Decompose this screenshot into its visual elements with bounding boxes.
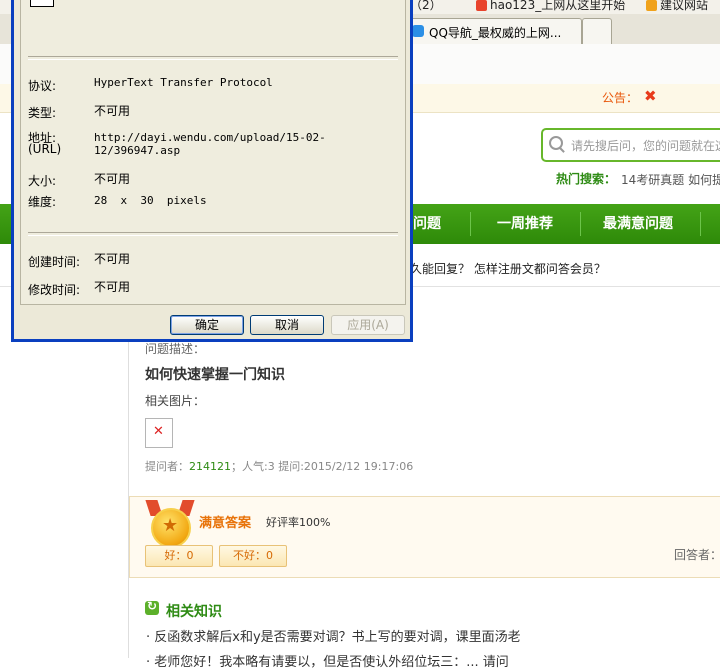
nav-item-questions[interactable]: 问题: [413, 204, 441, 244]
faq-links[interactable]: 久能回复？ 怎样注册文都问答会员？: [410, 260, 606, 277]
best-answer-label: 满意答案: [199, 516, 252, 531]
dialog-separator: [28, 232, 398, 236]
asker-link[interactable]: 214121: [189, 460, 231, 473]
related-knowledge-title: 相关知识: [166, 604, 222, 620]
answerer-label: 回答者：: [674, 548, 720, 562]
cancel-button[interactable]: 取消: [250, 315, 324, 335]
modified-value: 不可用: [94, 280, 131, 294]
suggested-sites-icon: [646, 0, 657, 11]
notice-label: 公告：: [602, 91, 639, 105]
hot-search-words[interactable]: 14考研真题 如何提: [621, 171, 720, 188]
created-label: 创建时间:: [28, 255, 81, 269]
qq-icon: [412, 25, 424, 37]
nav-divider: [580, 212, 581, 236]
size-label: 大小:: [28, 174, 57, 188]
favorite-link-1[interactable]: （2）: [410, 0, 442, 13]
question-title: 如何快速掌握一门知识: [145, 367, 285, 383]
apply-button[interactable]: 应用(A): [331, 315, 405, 335]
hot-search-label: 热门搜索：: [556, 172, 617, 186]
question-desc-label: 问题描述：: [145, 342, 206, 356]
favorite-link-suggested[interactable]: 建议网站: [646, 0, 708, 13]
dialog-separator: [28, 56, 398, 60]
vote-bad-button[interactable]: 不好：0: [219, 545, 287, 567]
dimensions-label: 维度:: [28, 195, 57, 209]
protocol-label: 协议:: [28, 79, 57, 93]
address-url-label: (URL): [28, 142, 62, 156]
type-value: 不可用: [94, 104, 131, 118]
hao123-icon: [476, 0, 487, 11]
created-value: 不可用: [94, 252, 131, 266]
file-icon: [30, 0, 54, 7]
type-label: 类型:: [28, 106, 57, 120]
vote-good-button[interactable]: 好：0: [145, 545, 213, 567]
related-item[interactable]: · 老师您好！我本略有请要以，但是否使认外绍位坛三：... 请问: [146, 651, 509, 670]
nav-item-best[interactable]: 最满意问题: [603, 204, 673, 244]
notice-close-icon[interactable]: ✖: [644, 87, 657, 105]
related-item[interactable]: · 反函数求解后x和y是否需要对调？书上写的要对调，课里面汤老: [146, 626, 521, 645]
tab-qq-nav[interactable]: QQ导航_最权威的上网...: [406, 18, 582, 45]
content-border: [128, 330, 129, 658]
address-value-line2[interactable]: 12/396947.asp: [94, 144, 180, 157]
size-value: 不可用: [94, 172, 131, 186]
nav-divider: [470, 212, 471, 236]
search-placeholder: 请先搜后问，您的问题就在这: [571, 139, 720, 153]
search-icon: [549, 136, 563, 150]
modified-label: 修改时间:: [28, 283, 81, 297]
related-images-label: 相关图片：: [145, 394, 206, 408]
favorite-link-hao123[interactable]: hao123_上网从这里开始: [476, 0, 625, 13]
dimensions-value: 28 x 30 pixels: [94, 194, 207, 207]
related-knowledge-icon: ↻: [145, 599, 159, 615]
address-value[interactable]: http://dayi.wendu.com/upload/15-02-: [94, 131, 326, 144]
nav-divider: [700, 212, 701, 236]
protocol-value: HyperText Transfer Protocol: [94, 76, 273, 89]
nav-item-weekly[interactable]: 一周推荐: [497, 204, 553, 244]
new-tab-button[interactable]: [582, 18, 612, 45]
question-meta: 提问者：214121；人气:3 提问:2015/2/12 19:17:06: [145, 460, 414, 473]
medal-icon: ★: [151, 508, 191, 548]
broken-image-icon[interactable]: ✕: [145, 418, 173, 448]
best-answer-box: [129, 496, 720, 578]
rating-text: 好评率100%: [266, 516, 331, 529]
ok-button[interactable]: 确定: [170, 315, 244, 335]
